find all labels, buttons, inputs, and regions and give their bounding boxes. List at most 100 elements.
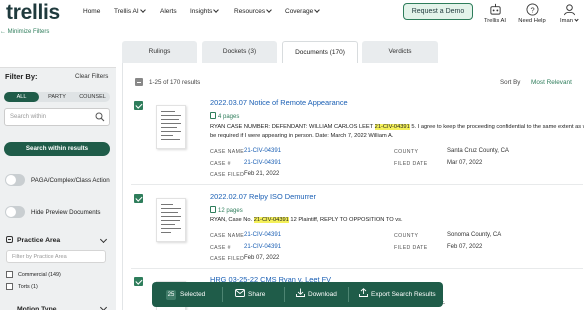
clear-filters-button[interactable]: Clear Filters — [75, 73, 108, 80]
case-number-link[interactable]: 21-CIV-04391 — [244, 160, 281, 166]
case-name-link[interactable]: 21-CIV-04391 — [244, 232, 281, 238]
request-demo-button[interactable]: Request a Demo — [403, 3, 473, 20]
sort-by-label: Sort By — [500, 79, 521, 86]
search-within-placeholder: Search within — [10, 114, 47, 120]
search-icon — [95, 112, 105, 122]
trellis-ai-label: Trellis AI — [483, 18, 506, 24]
share-label: Share — [248, 291, 266, 298]
snippet-text: RYAN CASE NUMBER: DEFENDANT: WILLIAM CAR… — [210, 124, 375, 130]
practice-area-title: Practice Area — [17, 237, 61, 244]
case-number-link[interactable]: 21-CIV-04391 — [244, 244, 281, 250]
search-within-input[interactable]: Search within — [4, 108, 110, 126]
case-filed-value: Feb 07, 2022 — [244, 255, 280, 261]
page-icon — [210, 206, 216, 213]
motion-type-title: Motion Type — [17, 306, 57, 310]
hide-preview-label: Hide Preview Documents — [31, 209, 101, 216]
minimize-filters-link[interactable]: ← Minimize Filters — [0, 29, 49, 35]
results-count: 1-25 of 170 results — [149, 79, 201, 86]
page-icon — [210, 112, 216, 119]
sort-by-select[interactable]: Most Relevant — [531, 79, 572, 86]
hide-preview-toggle[interactable] — [5, 206, 25, 218]
document-thumbnail[interactable] — [156, 105, 186, 149]
checkbox[interactable] — [6, 283, 13, 290]
select-all-checkbox[interactable] — [135, 78, 143, 86]
document-title-link[interactable]: 2022.02.07 Relpy ISO Demurrer — [210, 192, 316, 201]
separator — [284, 287, 285, 302]
paga-toggle-label: PAGA/Complex/Class Action — [31, 177, 110, 184]
case-number-label: CASE # — [210, 161, 231, 167]
filed-date-label: FILED DATE — [394, 245, 428, 251]
chevron-down-icon[interactable] — [99, 235, 108, 244]
document-thumbnail[interactable] — [156, 198, 186, 242]
nav-coverage[interactable]: Coverage — [285, 7, 321, 15]
divider — [131, 184, 583, 185]
nav-home-label: Home — [83, 8, 101, 15]
trellis-ai-button[interactable]: Trellis AI — [480, 3, 510, 24]
scope-all[interactable]: ALL — [4, 92, 39, 102]
need-help-label: Need Help — [518, 18, 546, 24]
case-filed-label: CASE FILED — [210, 256, 245, 262]
search-within-results-button[interactable]: Search within results — [4, 142, 110, 156]
user-name: Iman — [560, 18, 573, 24]
county-value: Santa Cruz County, CA — [447, 148, 509, 154]
chevron-down-icon — [574, 17, 579, 22]
document-checkbox[interactable] — [134, 101, 143, 110]
export-icon — [359, 288, 368, 297]
practice-area-filter-input[interactable]: Filter by Practice Area — [6, 250, 106, 263]
case-filed-label: CASE FILED — [210, 172, 245, 178]
filed-date-value: Mar 07, 2022 — [447, 160, 483, 166]
results-panel: 1-25 of 170 results Sort By Most Relevan… — [122, 63, 584, 310]
practice-area-option[interactable]: Commercial (149) — [6, 271, 61, 278]
nav-alerts-label: Alerts — [160, 8, 177, 15]
separator — [222, 287, 223, 302]
practice-area-header[interactable]: Practice Area — [6, 236, 60, 244]
option-label: Torts (1) — [18, 283, 38, 290]
nav-insights-label: Insights — [190, 8, 213, 15]
scope-party[interactable]: PARTY — [40, 92, 74, 102]
page-count-label: 4 pages — [218, 114, 240, 120]
practice-area-option[interactable]: Torts (1) — [6, 283, 38, 290]
chevron-down-icon — [266, 7, 272, 13]
county-label: COUNTY — [394, 233, 419, 239]
nav-trellis-ai-label: Trellis AI — [114, 8, 139, 15]
case-name-label: CASE NAME — [210, 149, 245, 155]
svg-text:?: ? — [530, 5, 534, 14]
result-tabs: Rulings Dockets (3) Documents (170) Verd… — [122, 41, 584, 63]
chevron-down-icon — [139, 7, 146, 13]
download-button[interactable]: Download — [296, 282, 337, 307]
document-snippet: c. — [441, 300, 446, 306]
trellis-logo[interactable]: trellis — [6, 1, 60, 25]
filed-date-value: Feb 07, 2022 — [447, 244, 483, 250]
document-title-link[interactable]: 2022.03.07 Notice of Remote Appearance — [210, 98, 348, 107]
tab-rulings[interactable]: Rulings — [122, 41, 197, 63]
page-count: 12 pages — [210, 206, 243, 214]
document-checkbox[interactable] — [134, 194, 143, 203]
export-results-button[interactable]: Export Search Results — [359, 282, 436, 307]
tab-dockets[interactable]: Dockets (3) — [202, 41, 277, 63]
paga-toggle[interactable] — [5, 174, 25, 186]
snippet-highlight: 21-CIV-04391 — [253, 217, 289, 223]
user-menu[interactable]: Iman — [556, 3, 582, 24]
scope-counsel[interactable]: COUNSEL — [75, 92, 110, 102]
need-help-button[interactable]: ? Need Help — [516, 3, 548, 24]
collapse-icon — [6, 236, 13, 243]
motion-type-header[interactable]: Motion Type — [6, 304, 57, 310]
arrow-left-icon: ← — [0, 29, 8, 35]
tab-verdicts[interactable]: Verdicts — [362, 41, 438, 63]
page-count-label: 12 pages — [218, 208, 243, 214]
document-checkbox[interactable] — [134, 277, 143, 286]
tab-documents[interactable]: Documents (170) — [282, 41, 358, 63]
case-name-link[interactable]: 21-CIV-04391 — [244, 148, 281, 154]
nav-trellis-ai[interactable]: Trellis AI — [114, 7, 146, 15]
case-filed-value: Feb 21, 2022 — [244, 171, 280, 177]
chevron-down-icon — [314, 7, 321, 13]
nav-alerts[interactable]: Alerts — [160, 8, 177, 15]
chevron-down-icon[interactable] — [99, 303, 108, 310]
document-snippet: RYAN, Case No. 21-CIV-04391 12 Plaintiff… — [210, 216, 584, 225]
checkbox[interactable] — [6, 271, 13, 278]
share-button[interactable]: Share — [235, 282, 265, 307]
nav-resources[interactable]: Resources — [234, 7, 272, 15]
nav-insights[interactable]: Insights — [190, 7, 220, 15]
nav-home[interactable]: Home — [83, 8, 100, 15]
snippet-text: RYAN, Case No. — [210, 217, 254, 223]
